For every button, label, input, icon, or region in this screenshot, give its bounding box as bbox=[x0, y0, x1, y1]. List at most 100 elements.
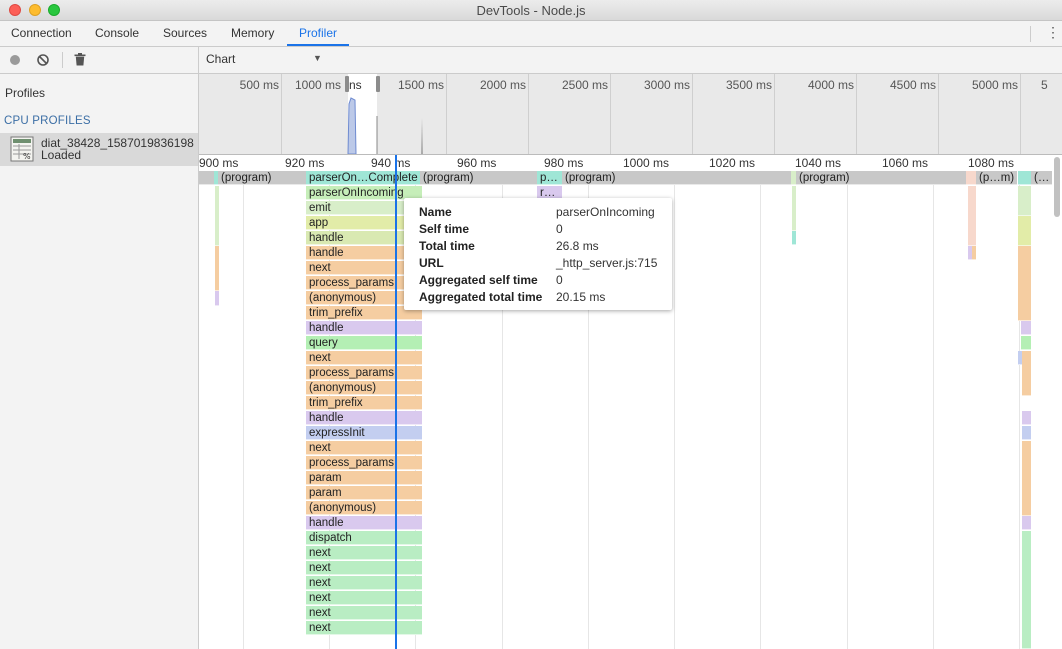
profiles-sidebar: Profiles CPU PROFILES % diat_38428_15870… bbox=[0, 74, 199, 649]
flame-bar-param[interactable]: param bbox=[306, 471, 422, 485]
flame-bar-next[interactable]: next bbox=[306, 591, 422, 605]
ruler-tick: 1040 ms bbox=[795, 156, 842, 170]
flame-bar-handle[interactable]: handle bbox=[306, 321, 422, 335]
overview-tick: 3000 ms bbox=[643, 78, 690, 92]
flame-bar[interactable] bbox=[1021, 336, 1031, 350]
trash-icon[interactable] bbox=[74, 53, 86, 66]
ruler-tick: 1080 ms bbox=[968, 156, 1015, 170]
more-options-icon[interactable]: ⋮ bbox=[1046, 25, 1060, 39]
flame-bar-program[interactable]: (program) bbox=[420, 171, 531, 185]
flame-bar-express-init[interactable]: expressInit bbox=[306, 426, 422, 440]
ruler-tick: 940 ms bbox=[371, 156, 411, 170]
ruler-tick: 920 ms bbox=[285, 156, 325, 170]
tooltip-key: Name bbox=[419, 205, 452, 219]
flame-bar-next[interactable]: next bbox=[306, 546, 422, 560]
flame-bar[interactable] bbox=[215, 291, 219, 306]
flame-gridline bbox=[847, 171, 848, 649]
overview-tick: 1000 ms bbox=[294, 78, 341, 92]
tab-memory[interactable]: Memory bbox=[231, 26, 274, 40]
window-titlebar: DevTools - Node.js bbox=[0, 0, 1062, 21]
flame-bar-next[interactable]: next bbox=[306, 576, 422, 590]
timeline-overview[interactable]: ns 500 ms 1000 ms 1500 ms 2000 ms 2500 m… bbox=[199, 74, 1062, 155]
flame-bar-param[interactable]: param bbox=[306, 486, 422, 500]
flame-bar-handle[interactable]: handle bbox=[306, 516, 422, 530]
flame-bar-short[interactable]: p… bbox=[537, 171, 562, 185]
profiles-heading[interactable]: Profiles bbox=[5, 86, 45, 100]
ruler-tick: 900 ms bbox=[199, 156, 239, 170]
flame-bar[interactable] bbox=[1018, 216, 1031, 246]
tooltip-key: URL bbox=[419, 256, 444, 270]
tab-console[interactable]: Console bbox=[95, 26, 139, 40]
flame-bar-trim-prefix[interactable]: trim_prefix bbox=[306, 396, 422, 410]
flame-bar-process-params[interactable]: process_params bbox=[306, 456, 422, 470]
overview-tick: 3500 ms bbox=[725, 78, 772, 92]
tooltip-value: 26.8 ms bbox=[556, 239, 599, 253]
flame-bar-handle[interactable]: handle bbox=[306, 411, 422, 425]
view-mode-select[interactable]: Chart bbox=[206, 52, 235, 66]
window-title: DevTools - Node.js bbox=[476, 3, 586, 18]
cpu-profile-file-icon: % bbox=[10, 136, 34, 162]
flame-bar[interactable] bbox=[215, 186, 219, 246]
flame-bar-next[interactable]: next bbox=[306, 561, 422, 575]
scrollbar-thumb[interactable] bbox=[1054, 157, 1060, 217]
flame-bar[interactable] bbox=[792, 186, 796, 231]
toolbar-divider bbox=[1030, 26, 1031, 42]
flame-bar-next[interactable]: next bbox=[306, 351, 422, 365]
flame-bar[interactable] bbox=[792, 231, 796, 245]
tooltip-row: Aggregated self time 0 bbox=[419, 273, 669, 290]
flame-bar-anonymous[interactable]: (anonymous) bbox=[306, 501, 422, 515]
flame-bar-anonymous[interactable]: (anonymous) bbox=[306, 381, 422, 395]
flame-entry-tooltip: Name parserOnIncoming Self time 0 Total … bbox=[404, 198, 672, 310]
flame-bar-program[interactable]: (program) bbox=[562, 171, 791, 185]
flame-bar[interactable] bbox=[1022, 441, 1031, 516]
flame-bar-program[interactable]: (p…m) bbox=[976, 171, 1017, 185]
flame-bar-query[interactable]: query bbox=[306, 336, 422, 350]
cpu-profiles-section-title: CPU PROFILES bbox=[4, 115, 91, 127]
tab-profiler[interactable]: Profiler bbox=[299, 26, 337, 40]
tooltip-value: 0 bbox=[556, 222, 563, 236]
flame-bar[interactable] bbox=[1022, 531, 1031, 649]
flame-bar[interactable] bbox=[1018, 171, 1031, 185]
ruler-tick: 960 ms bbox=[457, 156, 497, 170]
tooltip-value: _http_server.js:715 bbox=[556, 256, 658, 270]
overview-tick: 2000 ms bbox=[479, 78, 526, 92]
flame-bar[interactable] bbox=[1018, 186, 1031, 216]
flame-bar-next[interactable]: next bbox=[306, 441, 422, 455]
flame-bar[interactable] bbox=[1022, 411, 1031, 425]
flame-bar[interactable] bbox=[1021, 321, 1031, 335]
flame-bar[interactable] bbox=[966, 171, 976, 185]
panel-tabbar: Connection Console Sources Memory Profil… bbox=[0, 21, 1062, 47]
profile-status: Loaded bbox=[41, 148, 82, 162]
profile-list-item[interactable]: % diat_38428_1587019836198 Loaded bbox=[0, 133, 198, 166]
clear-profiles-icon[interactable] bbox=[37, 54, 49, 66]
overview-tick: 1500 ms bbox=[397, 78, 444, 92]
flame-bar-next[interactable]: next bbox=[306, 606, 422, 620]
overview-tick: 4500 ms bbox=[889, 78, 936, 92]
tooltip-key: Aggregated self time bbox=[419, 273, 538, 287]
flame-bar[interactable] bbox=[215, 246, 219, 291]
flame-bar-next[interactable]: next bbox=[306, 621, 422, 635]
flame-bar-program[interactable]: (program) bbox=[796, 171, 966, 185]
flame-bar[interactable] bbox=[1022, 426, 1031, 440]
toolbar-divider bbox=[62, 52, 63, 68]
tooltip-row: Aggregated total time 20.15 ms bbox=[419, 290, 669, 307]
flame-bar[interactable] bbox=[1022, 516, 1031, 530]
flame-bar-program[interactable]: (… bbox=[1031, 171, 1052, 185]
flame-bar[interactable] bbox=[972, 246, 976, 260]
flame-bar[interactable] bbox=[1018, 246, 1031, 321]
flame-bar[interactable] bbox=[1022, 351, 1031, 396]
flame-bar[interactable] bbox=[968, 186, 976, 246]
flame-bar-dispatch[interactable]: dispatch bbox=[306, 531, 422, 545]
chevron-down-icon[interactable]: ▼ bbox=[313, 53, 322, 63]
tab-sources[interactable]: Sources bbox=[163, 26, 207, 40]
flame-bar-program[interactable]: (program) bbox=[218, 171, 306, 185]
svg-text:%: % bbox=[23, 152, 31, 161]
record-icon[interactable] bbox=[10, 55, 20, 65]
flame-bar[interactable] bbox=[199, 171, 215, 185]
flame-chart-scrollbar[interactable] bbox=[1052, 155, 1062, 649]
flame-bar-parser-on-headers-complete[interactable]: parserOn…Complete bbox=[306, 171, 422, 185]
flame-bar-process-params[interactable]: process_params bbox=[306, 366, 422, 380]
tab-connection[interactable]: Connection bbox=[11, 26, 72, 40]
overview-tick: 5 bbox=[1041, 78, 1048, 92]
overview-tick: 4000 ms bbox=[807, 78, 854, 92]
